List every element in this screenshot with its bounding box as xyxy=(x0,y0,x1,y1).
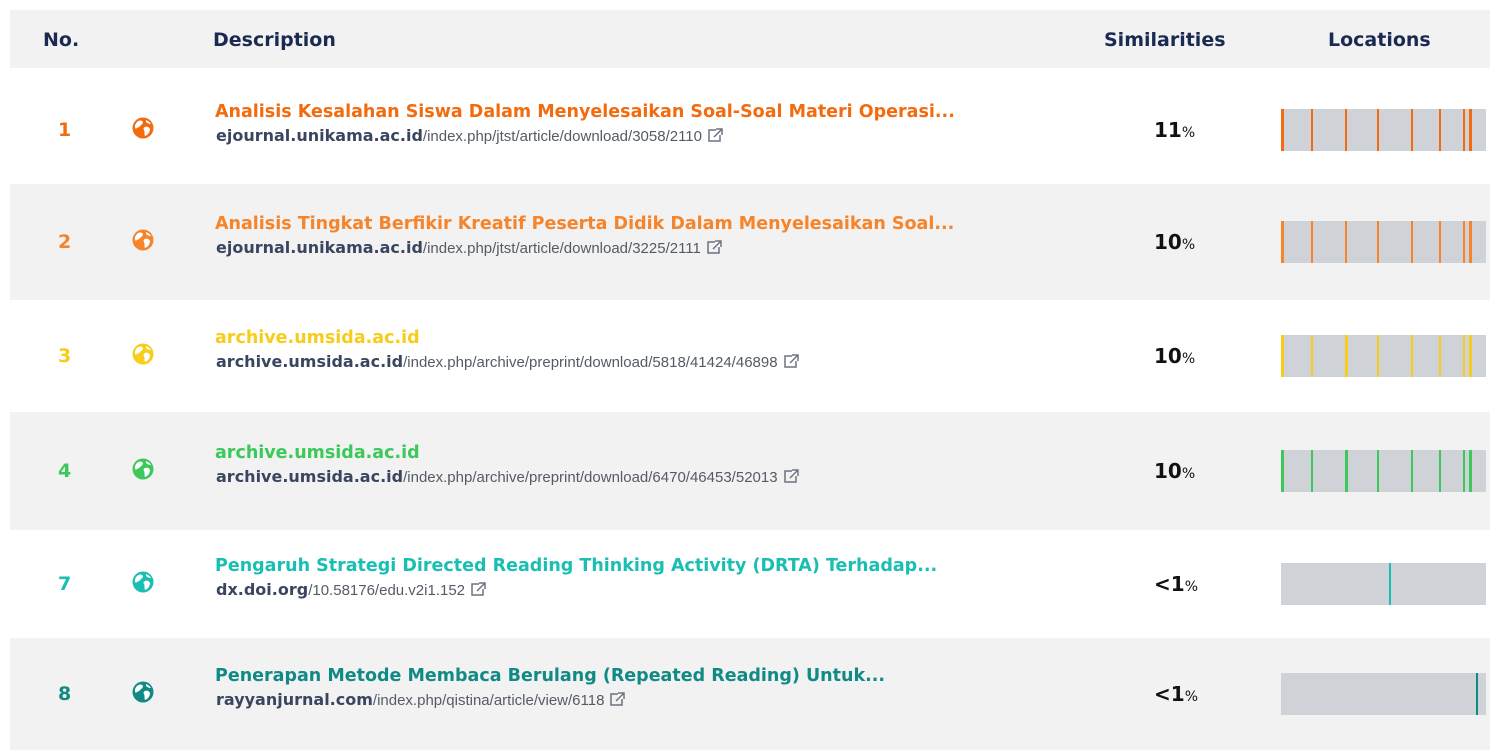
location-marker xyxy=(1377,109,1379,151)
location-marker xyxy=(1439,335,1441,377)
location-marker xyxy=(1411,450,1413,492)
header-no: No. xyxy=(43,29,80,51)
location-marker xyxy=(1345,335,1348,377)
locations-bar[interactable] xyxy=(1281,109,1486,151)
source-title-link[interactable]: Penerapan Metode Membaca Berulang (Repea… xyxy=(215,666,885,686)
similarity-value: 10% xyxy=(1154,459,1196,483)
globe-icon xyxy=(132,229,154,251)
source-domain: rayyanjurnal.com xyxy=(216,690,373,709)
location-marker xyxy=(1281,109,1284,151)
location-marker xyxy=(1439,450,1441,492)
location-marker xyxy=(1463,109,1465,151)
source-path: /index.php/qistina/article/view/6118 xyxy=(372,692,605,709)
location-marker xyxy=(1311,109,1313,151)
source-title-link[interactable]: archive.umsida.ac.id xyxy=(215,443,420,463)
locations-bar[interactable] xyxy=(1281,221,1486,263)
similarity-value: 10% xyxy=(1154,344,1196,368)
location-marker xyxy=(1377,335,1379,377)
row-number: 3 xyxy=(58,345,72,367)
source-path: /10.58176/edu.v2i1.152 xyxy=(308,582,466,599)
table-row: 7 Pengaruh Strategi Directed Reading Thi… xyxy=(10,530,1490,638)
external-link-icon[interactable] xyxy=(708,128,723,147)
location-marker xyxy=(1411,335,1413,377)
location-marker xyxy=(1281,335,1284,377)
globe-icon xyxy=(132,571,154,593)
header-description: Description xyxy=(213,29,336,51)
table-row: 4 archive.umsida.ac.id archive.umsida.ac.… xyxy=(10,412,1490,530)
location-marker xyxy=(1311,450,1313,492)
location-marker xyxy=(1439,221,1441,263)
location-marker xyxy=(1311,221,1313,263)
location-marker xyxy=(1476,673,1478,715)
source-title-link[interactable]: Analisis Kesalahan Siswa Dalam Menyelesa… xyxy=(215,102,955,122)
similarity-value: <1% xyxy=(1154,682,1198,706)
location-marker xyxy=(1281,221,1284,263)
external-link-icon[interactable] xyxy=(610,692,626,711)
source-url-link[interactable]: ejournal.unikama.ac.id/index.php/jtst/ar… xyxy=(216,238,722,259)
location-marker xyxy=(1469,450,1472,492)
source-url-link[interactable]: rayyanjurnal.com/index.php/qistina/artic… xyxy=(216,690,626,711)
location-marker xyxy=(1411,221,1413,263)
location-marker xyxy=(1345,450,1348,492)
source-domain: archive.umsida.ac.id xyxy=(216,352,404,371)
external-link-icon[interactable] xyxy=(783,469,799,488)
row-number: 2 xyxy=(58,231,72,253)
source-title-link[interactable]: archive.umsida.ac.id xyxy=(215,328,420,348)
table-row: 8 Penerapan Metode Membaca Berulang (Rep… xyxy=(10,638,1490,750)
similarity-value: <1% xyxy=(1154,572,1198,596)
location-marker xyxy=(1469,221,1472,263)
location-marker xyxy=(1345,109,1347,151)
source-domain: ejournal.unikama.ac.id xyxy=(216,126,423,145)
source-title-link[interactable]: Pengaruh Strategi Directed Reading Think… xyxy=(215,556,937,576)
source-path: /index.php/jtst/article/download/3058/21… xyxy=(422,128,702,145)
row-number: 1 xyxy=(58,119,72,141)
source-url-link[interactable]: archive.umsida.ac.id/index.php/archive/p… xyxy=(216,467,799,488)
table-row: 1 Analisis Kesalahan Siswa Dalam Menyele… xyxy=(10,76,1490,184)
row-number: 8 xyxy=(58,683,72,705)
external-link-icon[interactable] xyxy=(471,582,487,601)
table-header: No. Description Similarities Locations xyxy=(10,10,1490,68)
row-number: 4 xyxy=(58,460,72,482)
locations-bar[interactable] xyxy=(1281,450,1486,492)
external-link-icon[interactable] xyxy=(707,240,722,259)
source-url-link[interactable]: archive.umsida.ac.id/index.php/archive/p… xyxy=(216,352,799,373)
globe-icon xyxy=(132,681,154,703)
location-marker xyxy=(1469,109,1472,151)
location-marker xyxy=(1281,450,1284,492)
header-locations: Locations xyxy=(1328,29,1431,51)
location-marker xyxy=(1345,221,1347,263)
source-path: /index.php/jtst/article/download/3225/21… xyxy=(422,240,701,257)
locations-bar[interactable] xyxy=(1281,563,1486,605)
table-row: 2 Analisis Tingkat Berfikir Kreatif Pese… xyxy=(10,184,1490,300)
source-domain: dx.doi.org xyxy=(216,580,309,599)
location-marker xyxy=(1311,335,1313,377)
source-url-link[interactable]: dx.doi.org/10.58176/edu.v2i1.152 xyxy=(216,580,487,601)
location-marker xyxy=(1463,335,1465,377)
location-marker xyxy=(1389,563,1391,605)
location-marker xyxy=(1463,221,1465,263)
location-marker xyxy=(1377,221,1379,263)
globe-icon xyxy=(132,343,154,365)
source-domain: ejournal.unikama.ac.id xyxy=(216,238,423,257)
location-marker xyxy=(1463,450,1465,492)
table-row: 3 archive.umsida.ac.id archive.umsida.ac.… xyxy=(10,300,1490,412)
external-link-icon[interactable] xyxy=(783,354,799,373)
source-title-link[interactable]: Analisis Tingkat Berfikir Kreatif Pesert… xyxy=(215,214,954,234)
globe-icon xyxy=(132,458,154,480)
location-marker xyxy=(1411,109,1413,151)
location-marker xyxy=(1439,109,1441,151)
row-number: 7 xyxy=(58,573,72,595)
source-path: /index.php/archive/preprint/download/581… xyxy=(403,354,778,371)
locations-bar[interactable] xyxy=(1281,335,1486,377)
header-similarities: Similarities xyxy=(1104,29,1226,51)
similarity-value: 11% xyxy=(1154,118,1196,142)
source-domain: archive.umsida.ac.id xyxy=(216,467,404,486)
source-path: /index.php/archive/preprint/download/647… xyxy=(403,469,778,486)
location-marker xyxy=(1469,335,1472,377)
globe-icon xyxy=(132,117,154,139)
location-marker xyxy=(1377,450,1379,492)
source-url-link[interactable]: ejournal.unikama.ac.id/index.php/jtst/ar… xyxy=(216,126,723,147)
locations-bar[interactable] xyxy=(1281,673,1486,715)
similarity-value: 10% xyxy=(1154,230,1196,254)
